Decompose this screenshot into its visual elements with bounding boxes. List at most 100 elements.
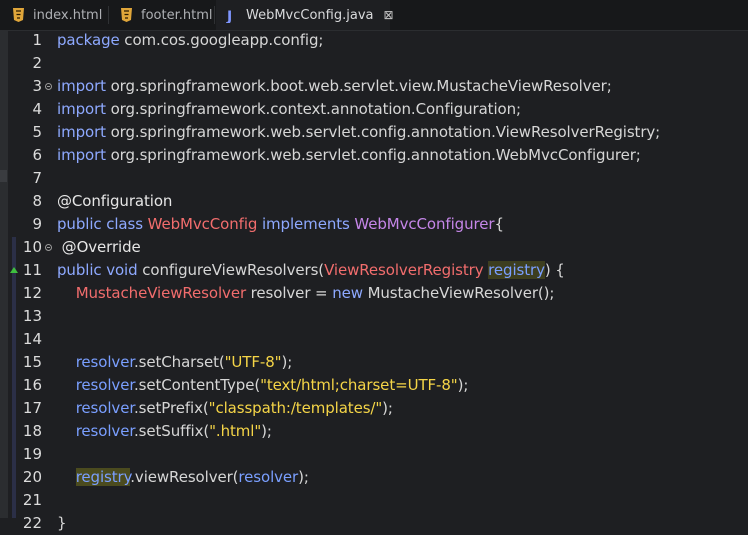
code-line[interactable]: 17 resolver.setPrefix("classpath:/templa… xyxy=(0,397,748,420)
code-token: public void xyxy=(57,261,143,279)
code-line[interactable]: 3 import org.springframework.boot.web.ser… xyxy=(0,75,748,98)
code-token: public class xyxy=(57,215,148,233)
code-line[interactable]: 7 xyxy=(0,167,748,190)
code-token: { xyxy=(494,215,504,233)
code-line[interactable]: 12 MustacheViewResolver resolver = new M… xyxy=(0,282,748,305)
code-text: import org.springframework.web.servlet.c… xyxy=(57,121,660,144)
code-token: import xyxy=(57,77,111,95)
code-token: ".html" xyxy=(209,422,262,440)
line-number: 10 xyxy=(22,238,42,256)
code-token: resolver xyxy=(238,468,299,486)
code-token: .setPrefix( xyxy=(134,399,209,417)
code-token: .setContentType( xyxy=(134,376,261,394)
fold-toggle-icon[interactable] xyxy=(45,83,52,90)
line-number: 6 xyxy=(32,146,42,164)
code-text: import org.springframework.web.servlet.c… xyxy=(57,144,641,167)
code-line[interactable]: 18 resolver.setSuffix(".html"); xyxy=(0,420,748,443)
code-line[interactable]: 20 registry.viewResolver(resolver); xyxy=(0,466,748,489)
code-token: implements xyxy=(257,215,355,233)
code-token: .viewResolver( xyxy=(130,468,239,486)
code-token: ViewResolverRegistry xyxy=(324,261,484,279)
editor-tab-bar: index.html footer.html J WebMvcConfig.ja… xyxy=(0,0,748,31)
code-text: @Configuration xyxy=(57,190,172,213)
tab-label: WebMvcConfig.java xyxy=(246,7,374,23)
code-line[interactable]: 13 xyxy=(0,305,748,328)
line-number: 17 xyxy=(22,399,42,417)
code-line[interactable]: 11 public void configureViewResolvers(Vie… xyxy=(0,259,748,282)
override-marker-icon[interactable] xyxy=(10,267,18,273)
code-text: resolver.setSuffix(".html"); xyxy=(57,420,272,443)
code-line[interactable]: 22} xyxy=(0,512,748,535)
line-number: 19 xyxy=(22,445,42,463)
code-token: ) { xyxy=(544,261,565,279)
line-number: 4 xyxy=(32,100,42,118)
tab-webmvcconfig-java[interactable]: J WebMvcConfig.java ⊠ xyxy=(216,0,394,30)
code-line[interactable]: 1 package com.cos.googleapp.config; xyxy=(0,29,748,52)
code-text: import org.springframework.boot.web.serv… xyxy=(57,75,612,98)
code-line[interactable]: 9 public class WebMvcConfig implements We… xyxy=(0,213,748,236)
line-number: 14 xyxy=(22,330,42,348)
code-text: public class WebMvcConfig implements Web… xyxy=(57,213,504,236)
code-line[interactable]: 15 resolver.setCharset("UTF-8"); xyxy=(0,351,748,374)
code-text: } xyxy=(57,512,67,535)
tab-footer-html[interactable]: footer.html xyxy=(120,0,212,30)
line-number: 8 xyxy=(32,192,42,210)
code-token: .setCharset( xyxy=(134,353,225,371)
tab-index-html[interactable]: index.html xyxy=(12,0,102,30)
code-token: .setSuffix( xyxy=(134,422,210,440)
line-number: 3 xyxy=(32,77,42,95)
code-token: import xyxy=(57,146,111,164)
code-line[interactable]: 21 xyxy=(0,489,748,512)
code-token: org.springframework.web.servlet.config.a… xyxy=(110,146,641,164)
line-number: 7 xyxy=(32,169,42,187)
code-token: @Configuration xyxy=(57,192,173,210)
line-number: 1 xyxy=(32,31,42,49)
code-token: ); xyxy=(281,353,293,371)
line-number: 15 xyxy=(22,353,42,371)
line-number: 9 xyxy=(32,215,42,233)
line-number: 5 xyxy=(32,123,42,141)
close-tab-icon[interactable]: ⊠ xyxy=(383,8,393,22)
code-token: registry xyxy=(488,261,545,279)
line-number: 18 xyxy=(22,422,42,440)
code-token: resolver xyxy=(75,376,135,394)
line-number: 2 xyxy=(32,54,42,72)
code-line[interactable]: 2 xyxy=(0,52,748,75)
code-text: import org.springframework.context.annot… xyxy=(57,98,521,121)
code-token: org.springframework.web.servlet.config.a… xyxy=(110,123,661,141)
code-token: resolver xyxy=(75,422,135,440)
code-token: ); xyxy=(298,468,309,486)
code-line[interactable]: 4 import org.springframework.context.anno… xyxy=(0,98,748,121)
code-line[interactable]: 10 @Override xyxy=(0,236,748,259)
code-line[interactable]: 19 xyxy=(0,443,748,466)
code-text: MustacheViewResolver resolver = new Must… xyxy=(57,282,555,305)
code-token: resolver xyxy=(75,399,135,417)
code-text: resolver.setCharset("UTF-8"); xyxy=(57,351,293,374)
code-text: @Override xyxy=(57,236,141,259)
code-token: "classpath:/templates/" xyxy=(208,399,383,417)
line-number: 22 xyxy=(22,514,42,532)
code-token: MustacheViewResolver xyxy=(75,284,247,302)
line-number: 12 xyxy=(22,284,42,302)
code-line[interactable]: 8 @Configuration xyxy=(0,190,748,213)
code-token: registry xyxy=(75,468,131,486)
code-line[interactable]: 5 import org.springframework.web.servlet.… xyxy=(0,121,748,144)
code-token: @Override xyxy=(57,238,141,256)
code-token: ); xyxy=(382,399,393,417)
code-line[interactable]: 6 import org.springframework.web.servlet.… xyxy=(0,144,748,167)
code-token: configureViewResolvers( xyxy=(142,261,325,279)
code-token: "UTF-8" xyxy=(224,353,282,371)
code-line[interactable]: 16 resolver.setContentType("text/html;ch… xyxy=(0,374,748,397)
fold-toggle-icon[interactable] xyxy=(45,244,52,251)
tab-divider xyxy=(108,6,109,24)
code-editor[interactable]: 1 package com.cos.googleapp.config; 2 3 impo… xyxy=(0,29,748,532)
code-token: ); xyxy=(261,422,272,440)
code-token: resolver = xyxy=(246,284,333,302)
code-line[interactable]: 14 xyxy=(0,328,748,351)
line-number: 11 xyxy=(22,261,42,279)
